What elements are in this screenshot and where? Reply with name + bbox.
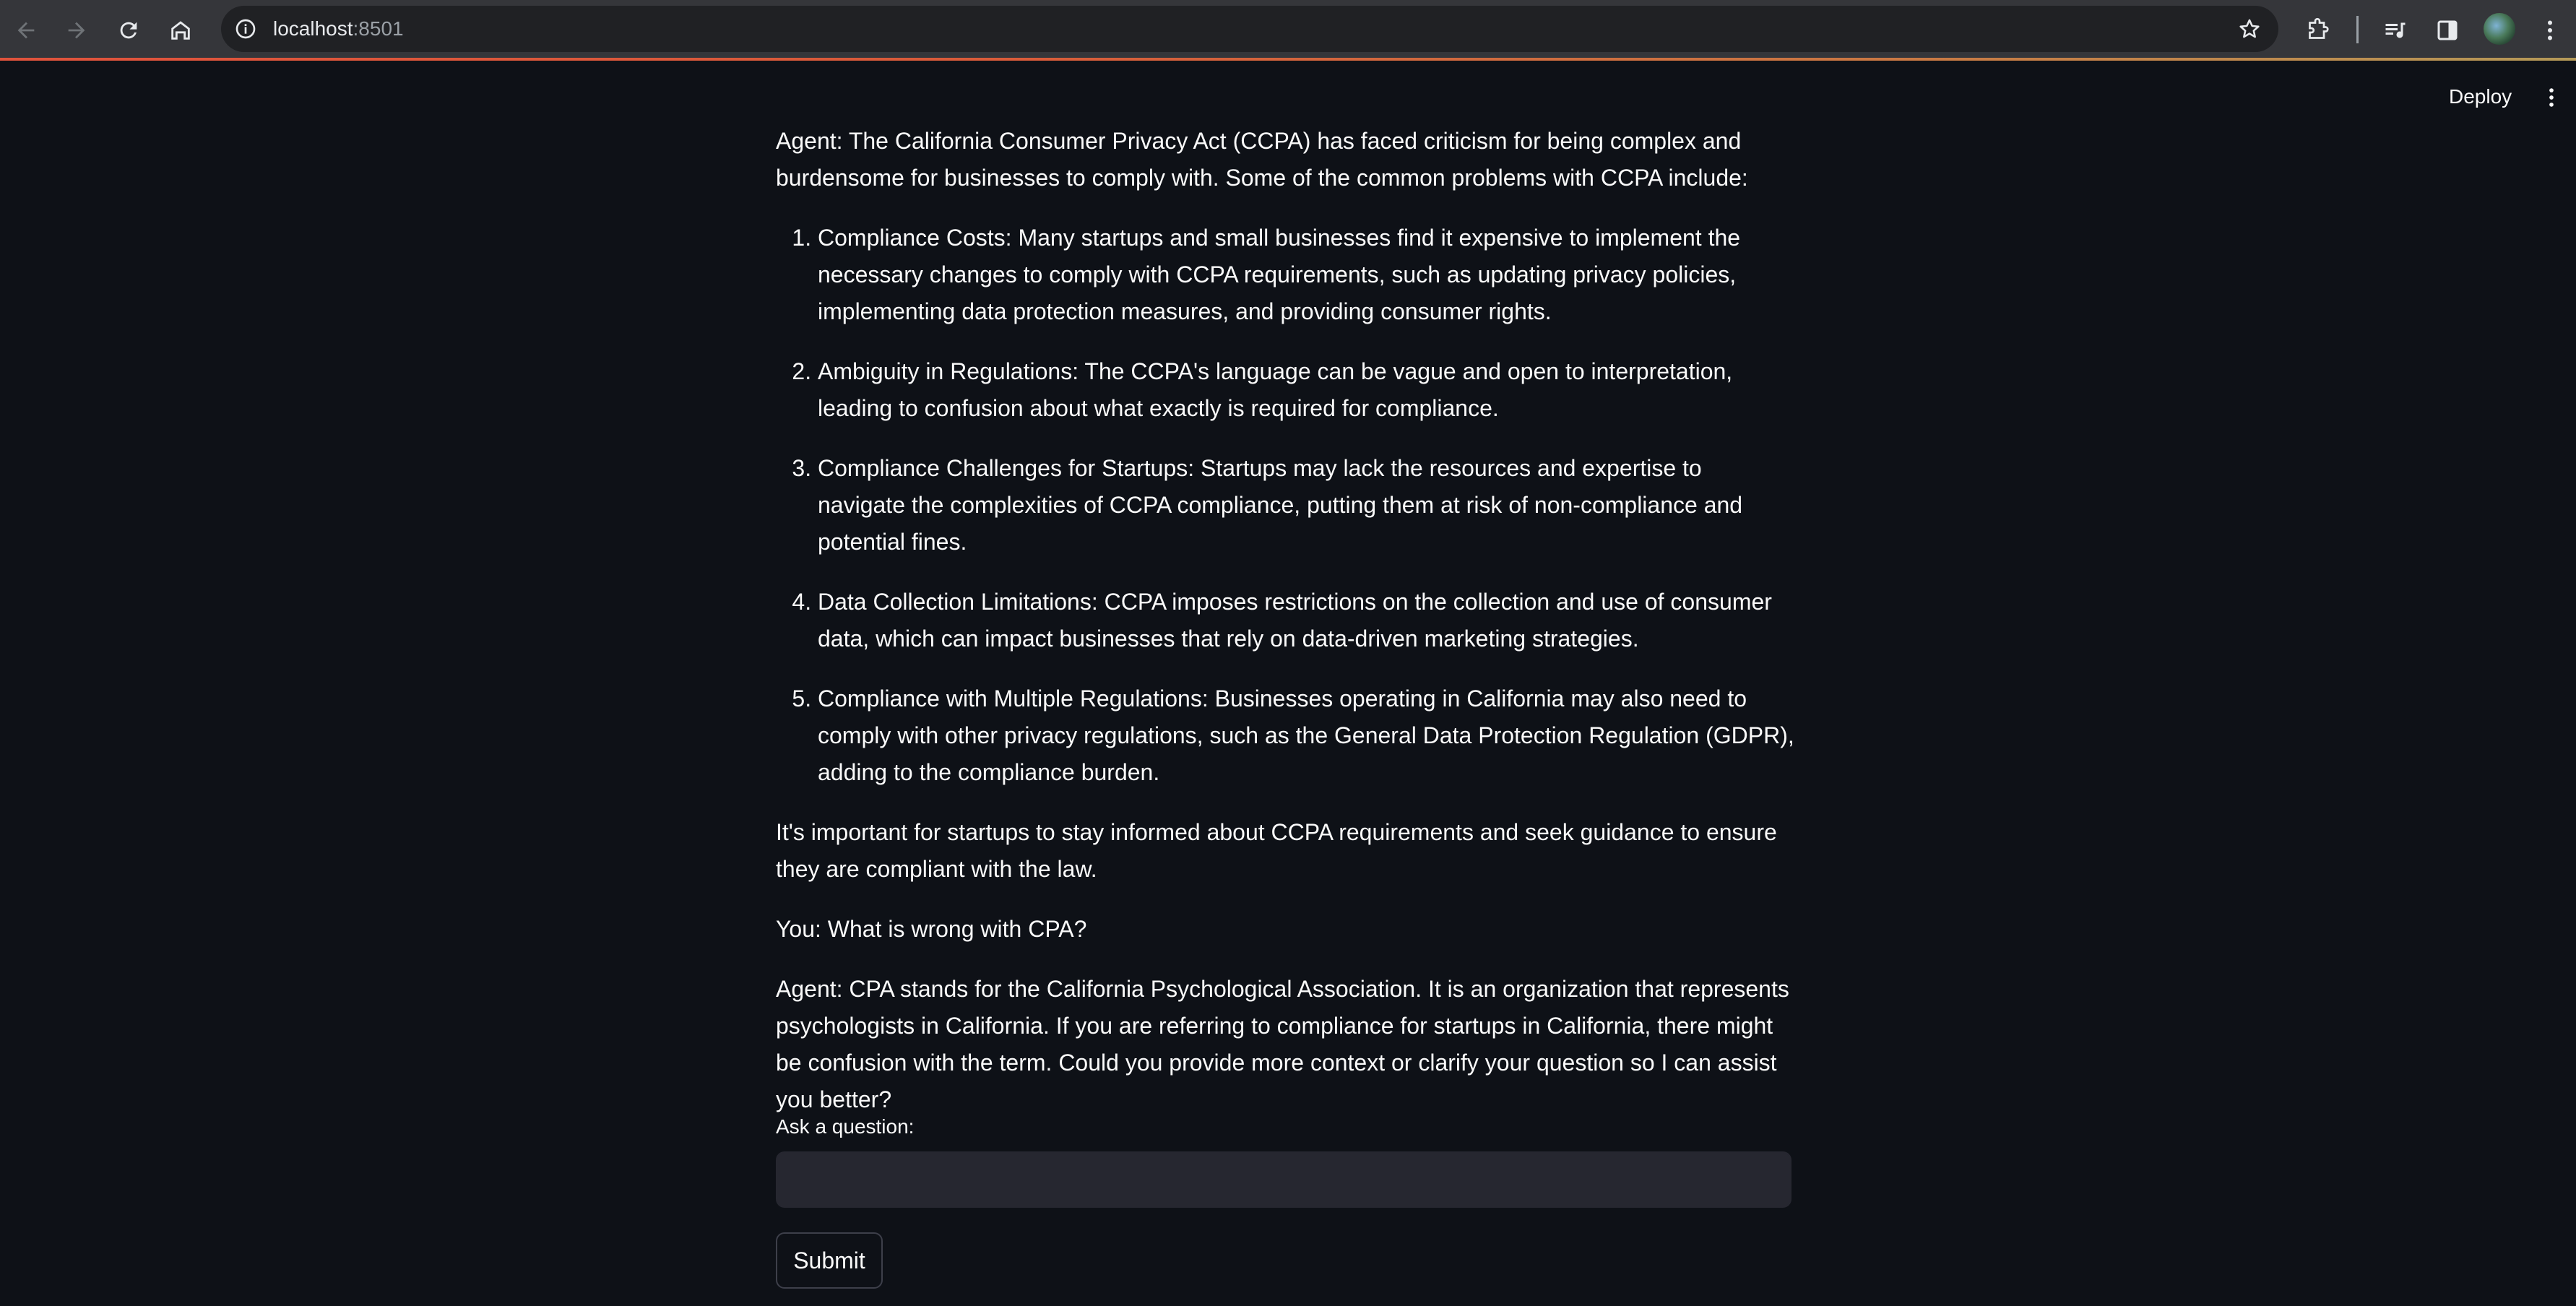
browser-menu-button[interactable]	[2536, 12, 2564, 49]
extensions-button[interactable]	[2299, 12, 2336, 49]
site-info-button[interactable]	[231, 14, 260, 43]
problems-list: Compliance Costs: Many startups and smal…	[776, 220, 1794, 791]
arrow-right-icon	[68, 22, 85, 39]
forward-button[interactable]	[56, 10, 97, 51]
puzzle-icon	[2309, 17, 2329, 39]
url-text[interactable]: localhost:8501	[273, 6, 404, 52]
arrow-left-icon	[17, 22, 35, 39]
agent-message-conclusion: It's important for startups to stay info…	[776, 819, 1777, 882]
address-bar[interactable]: localhost:8501	[221, 6, 2278, 52]
bookmark-button[interactable]	[2235, 14, 2264, 43]
list-item: Compliance with Multiple Regulations: Bu…	[818, 680, 1794, 791]
question-label: Ask a question:	[776, 1115, 915, 1138]
chat-history: Agent: The California Consumer Privacy A…	[776, 123, 1794, 1141]
home-button[interactable]	[160, 10, 201, 51]
list-item: Compliance Costs: Many startups and smal…	[818, 220, 1794, 330]
url-host: localhost	[273, 17, 353, 40]
info-icon	[235, 19, 256, 39]
browser-toolbar: localhost:8501	[0, 0, 2576, 61]
app-menu-button[interactable]	[2537, 79, 2566, 116]
media-button[interactable]	[2377, 12, 2414, 49]
url-port: :8501	[353, 17, 404, 40]
media-queue-icon	[2385, 22, 2406, 38]
home-icon	[171, 21, 190, 40]
page-load-progress	[0, 58, 2576, 61]
agent-message: Agent: The California Consumer Privacy A…	[776, 128, 1748, 191]
side-panel-icon	[2437, 20, 2458, 40]
submit-button[interactable]: Submit	[776, 1232, 883, 1289]
kebab-menu-icon	[2549, 88, 2554, 107]
reload-button[interactable]	[108, 10, 149, 51]
side-panel-button[interactable]	[2429, 12, 2466, 49]
list-item: Compliance Challenges for Startups: Star…	[818, 450, 1794, 561]
back-button[interactable]	[6, 10, 46, 51]
toolbar-divider	[2356, 16, 2359, 43]
list-item: Ambiguity in Regulations: The CCPA's lan…	[818, 353, 1794, 427]
reload-icon	[120, 22, 137, 39]
star-icon	[2239, 19, 2260, 38]
user-message: You: What is wrong with CPA?	[776, 916, 1087, 942]
deploy-button[interactable]: Deploy	[2439, 78, 2522, 116]
list-item: Data Collection Limitations: CCPA impose…	[818, 584, 1794, 657]
avatar[interactable]	[2484, 13, 2515, 45]
question-input[interactable]	[776, 1151, 1791, 1208]
kebab-menu-icon	[2548, 20, 2552, 40]
agent-reply: Agent: CPA stands for the California Psy…	[776, 976, 1789, 1112]
